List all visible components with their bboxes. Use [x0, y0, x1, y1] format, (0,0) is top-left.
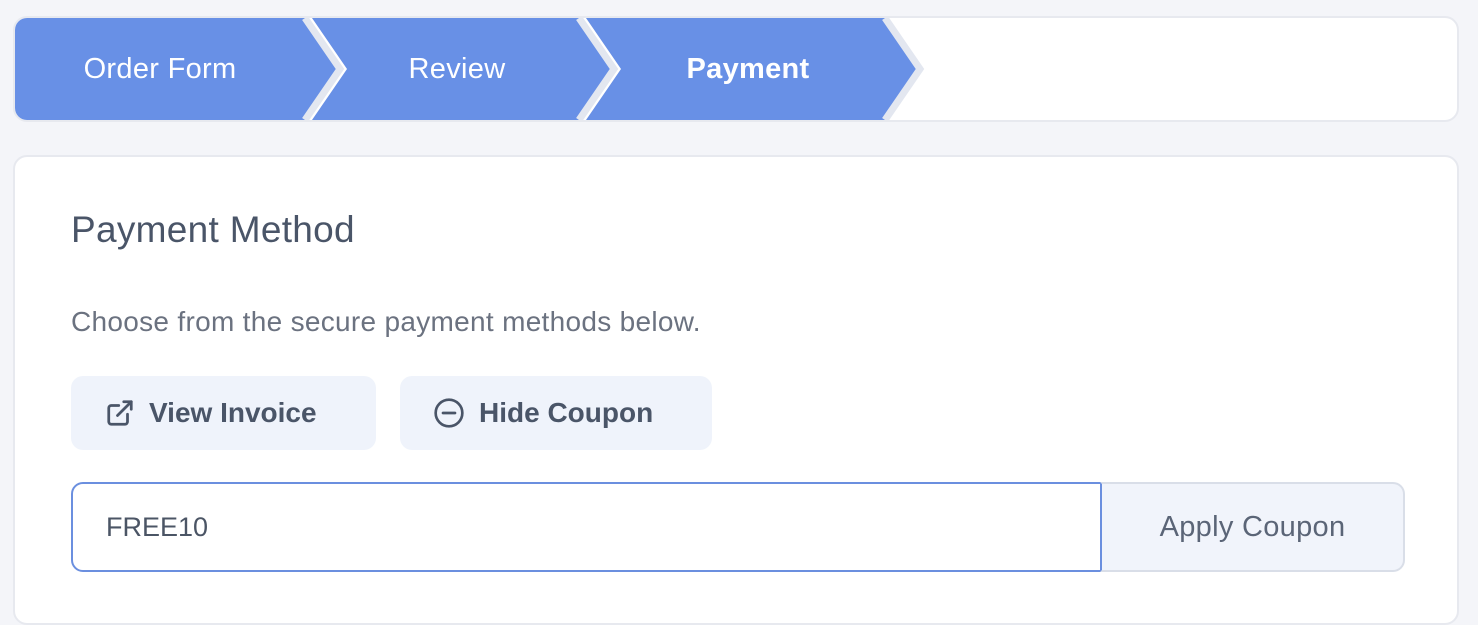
step-order-form[interactable]: Order Form — [15, 18, 305, 120]
apply-coupon-button[interactable]: Apply Coupon — [1100, 482, 1405, 572]
hide-coupon-label: Hide Coupon — [479, 397, 654, 428]
coupon-row: Apply Coupon — [71, 482, 1405, 572]
step-review[interactable]: Review — [315, 18, 599, 120]
hide-coupon-button[interactable]: Hide Coupon — [400, 376, 712, 450]
payment-method-card: Payment Method Choose from the secure pa… — [13, 155, 1459, 625]
coupon-input[interactable] — [71, 482, 1102, 572]
view-invoice-label: View Invoice — [149, 397, 317, 428]
checkout-stepper: Order Form Review Payment — [13, 16, 1459, 122]
view-invoice-button[interactable]: View Invoice — [71, 376, 376, 450]
page-title: Payment Method — [71, 209, 355, 250]
payment-description: Choose from the secure payment methods b… — [71, 306, 701, 337]
external-link-icon — [105, 398, 135, 428]
minus-circle-icon — [433, 397, 465, 429]
step-payment[interactable]: Payment — [598, 18, 898, 120]
